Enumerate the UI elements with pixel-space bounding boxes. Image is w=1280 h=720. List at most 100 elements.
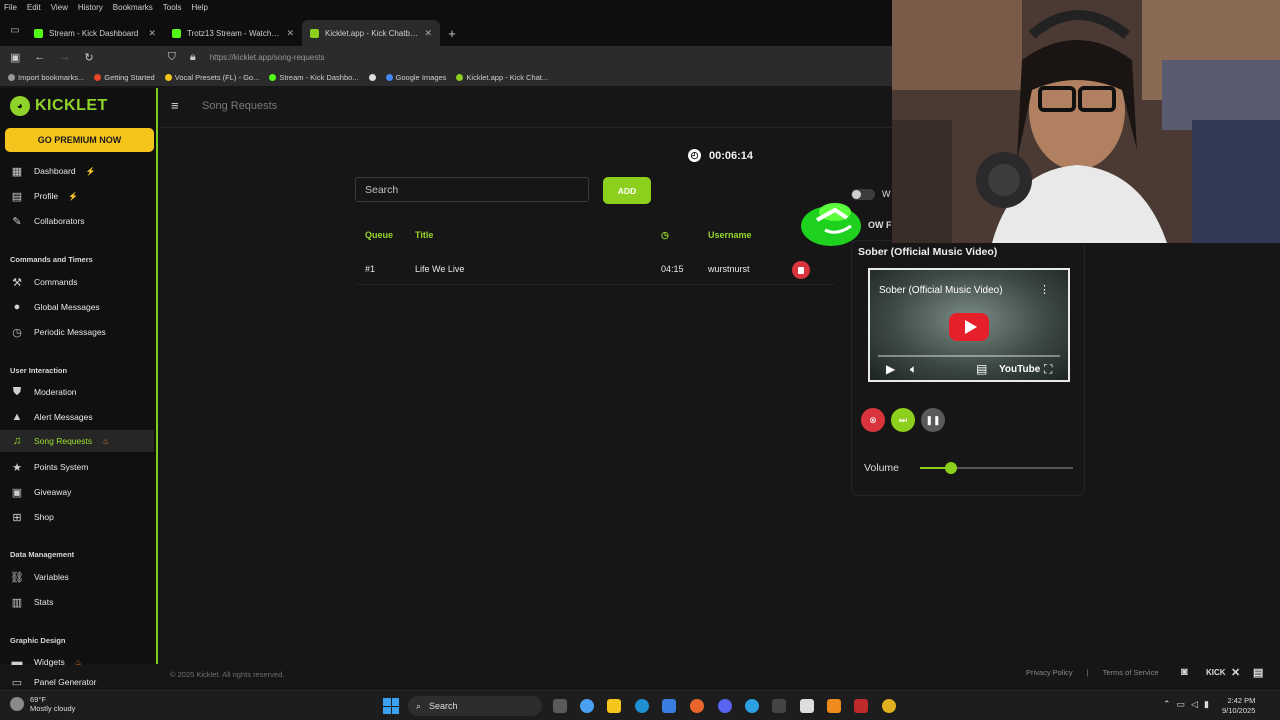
- tab-list-icon[interactable]: ▭: [4, 14, 26, 46]
- youtube-logo[interactable]: YouTube: [999, 364, 1040, 375]
- video-title[interactable]: Sober (Official Music Video): [879, 285, 1003, 296]
- sidebar-item-song-requests[interactable]: ♫ Song Requests ♨: [0, 430, 154, 452]
- menu-edit[interactable]: Edit: [27, 3, 41, 12]
- close-tab-icon[interactable]: ✕: [424, 28, 432, 39]
- menu-history[interactable]: History: [78, 3, 103, 12]
- store-icon[interactable]: [662, 699, 676, 713]
- link-icon: ⛓: [10, 571, 24, 584]
- bookmark-item[interactable]: Import bookmarks...: [8, 73, 84, 82]
- volume-handle[interactable]: [944, 462, 957, 474]
- battery-icon[interactable]: ▮: [1204, 699, 1209, 710]
- sidebar-item-moderation[interactable]: ⛊ Moderation: [0, 381, 154, 403]
- sidebar-item-widgets[interactable]: ▬ Widgets ♨: [0, 651, 154, 673]
- stop-button[interactable]: ⊗: [861, 408, 885, 432]
- volume-icon[interactable]: 🔈︎: [910, 362, 917, 377]
- menu-file[interactable]: File: [4, 3, 17, 12]
- sidebar-item-points-system[interactable]: ★ Points System: [0, 456, 154, 478]
- sidebar-item-label: Giveaway: [34, 487, 72, 497]
- x-icon[interactable]: ✕: [1231, 666, 1240, 679]
- fullscreen-icon[interactable]: ⛶: [1044, 362, 1052, 377]
- taskbar-search-label: Search: [429, 701, 458, 711]
- menu-tools[interactable]: Tools: [163, 3, 182, 12]
- volume-icon[interactable]: ◁: [1191, 699, 1198, 710]
- edge-icon[interactable]: [635, 699, 649, 713]
- sidebar-item-variables[interactable]: ⛓ Variables: [0, 566, 154, 588]
- sidebar-item-giveaway[interactable]: ▣ Giveaway: [0, 481, 154, 503]
- terms-of-service-link[interactable]: Terms of Service: [1103, 668, 1159, 677]
- video-progress-bar[interactable]: [878, 355, 1060, 357]
- chrome-icon[interactable]: [882, 699, 896, 713]
- privacy-policy-link[interactable]: Privacy Policy: [1026, 668, 1073, 677]
- sidebar-item-alert-messages[interactable]: ▲ Alert Messages: [0, 406, 154, 428]
- reload-icon[interactable]: ↻: [84, 51, 93, 64]
- task-view-icon[interactable]: [553, 699, 567, 713]
- sidebar-item-shop[interactable]: ⊞ Shop: [0, 506, 154, 528]
- delete-button[interactable]: [792, 261, 810, 279]
- back-icon[interactable]: ←: [34, 51, 45, 63]
- close-tab-icon[interactable]: ✕: [286, 28, 294, 39]
- tab-kicklet[interactable]: Kicklet.app - Kick Chatbot and ✕: [302, 20, 440, 46]
- start-button[interactable]: [383, 698, 399, 714]
- menu-help[interactable]: Help: [191, 3, 207, 12]
- file-explorer-icon[interactable]: [607, 699, 621, 713]
- sidebar-item-dashboard[interactable]: ▦ Dashboard ⚡: [0, 160, 154, 182]
- chevron-up-icon[interactable]: ⌃: [1163, 699, 1171, 710]
- bookmark-item[interactable]: Vocal Presets (FL) - Go...: [164, 73, 259, 82]
- weather-widget[interactable]: 69°F Mostly cloudy: [10, 695, 75, 713]
- captions-icon[interactable]: ▤: [976, 362, 987, 376]
- kick-icon[interactable]: KICK: [1206, 668, 1226, 677]
- pause-button[interactable]: ❚❚: [921, 408, 945, 432]
- go-premium-button[interactable]: GO PREMIUM NOW: [5, 128, 154, 152]
- bookmark-item[interactable]: Getting Started: [94, 73, 155, 82]
- address-bar[interactable]: https://kicklet.app/song-requests: [210, 53, 325, 62]
- search-input[interactable]: [355, 177, 589, 202]
- close-tab-icon[interactable]: ✕: [148, 28, 156, 39]
- document-icon[interactable]: ▤: [1253, 666, 1263, 679]
- telegram-icon[interactable]: [745, 699, 759, 713]
- app-icon[interactable]: [772, 699, 786, 713]
- tab-kick-dashboard[interactable]: Stream - Kick Dashboard ✕: [26, 20, 164, 46]
- play-icon[interactable]: ▶: [886, 362, 895, 376]
- tab-trotz-stream[interactable]: Trotz13 Stream - Watch Live ✕: [164, 20, 302, 46]
- wrench-icon: ⚒: [12, 276, 22, 289]
- app-icon[interactable]: [854, 699, 868, 713]
- shield-icon[interactable]: ⛉: [168, 51, 176, 64]
- more-options-icon[interactable]: ⋮: [1039, 283, 1050, 296]
- network-icon[interactable]: ▭: [1177, 699, 1186, 710]
- new-tab-icon[interactable]: +: [440, 20, 464, 46]
- obs-icon[interactable]: [800, 699, 814, 713]
- sidebar-item-collaborators[interactable]: ✎ Collaborators: [0, 210, 154, 232]
- bookmark-item[interactable]: Kicklet.app - Kick Chat...: [456, 73, 548, 82]
- sidebar-item-profile[interactable]: ▤ Profile ⚡: [0, 185, 154, 207]
- sidebar-toggle-icon[interactable]: ▣: [10, 51, 20, 64]
- youtube-embed[interactable]: Sober (Official Music Video) ⋮ ▶ 🔈︎ ▤ Yo…: [868, 268, 1070, 382]
- bookmark-item[interactable]: [368, 73, 376, 81]
- menu-bookmarks[interactable]: Bookmarks: [113, 3, 153, 12]
- bookmark-item[interactable]: Google Images: [385, 73, 446, 82]
- add-button[interactable]: ADD: [603, 177, 651, 204]
- discord-icon[interactable]: ◙: [1181, 666, 1188, 678]
- sidebar-item-global-messages[interactable]: ● Global Messages: [0, 296, 154, 318]
- copilot-icon[interactable]: [580, 699, 594, 713]
- forward-icon[interactable]: →: [59, 51, 70, 63]
- kicklet-logo[interactable]: ◕ KICKLET: [10, 96, 108, 116]
- system-tray[interactable]: ⌃ ▭ ◁ ▮: [1163, 699, 1209, 710]
- menu-toggle-icon[interactable]: ≡: [171, 98, 179, 113]
- volume-slider[interactable]: [920, 467, 1073, 469]
- lock-icon[interactable]: 🔒︎: [190, 51, 196, 64]
- firefox-icon[interactable]: [690, 699, 704, 713]
- sidebar-item-periodic-messages[interactable]: ◷ Periodic Messages: [0, 321, 154, 343]
- skip-button[interactable]: ⏭︎: [891, 408, 915, 432]
- clock-icon: ◷: [12, 326, 22, 339]
- fl-studio-icon[interactable]: [827, 699, 841, 713]
- taskbar-search[interactable]: ⌕ Search: [408, 696, 542, 716]
- youtube-play-button[interactable]: [949, 313, 989, 341]
- menu-view[interactable]: View: [51, 3, 68, 12]
- bookmark-item[interactable]: Stream - Kick Dashbo...: [269, 73, 359, 82]
- system-clock[interactable]: 2:42 PM 9/10/2025: [1222, 696, 1255, 716]
- sidebar-item-panel-generator[interactable]: ▭ Panel Generator: [0, 676, 154, 689]
- sidebar-item-stats[interactable]: ▥ Stats: [0, 591, 154, 613]
- discord-icon[interactable]: [718, 699, 732, 713]
- row-username[interactable]: wurstnurst: [708, 264, 750, 274]
- sidebar-item-commands[interactable]: ⚒ Commands: [0, 271, 154, 293]
